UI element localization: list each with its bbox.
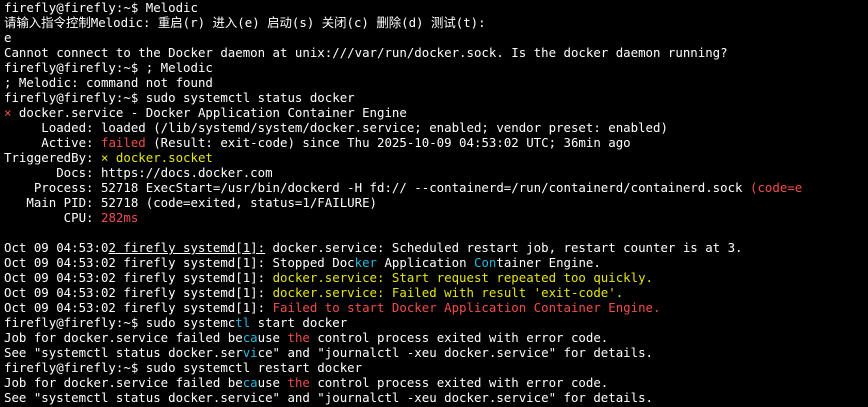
terminal-line: 请输入指令控制Melodic: 重启(r) 进入(e) 启动(s) 关闭(c) … (4, 15, 868, 30)
terminal-text-segment: tainer Engine. (496, 255, 601, 270)
terminal-text-segment: Con (474, 255, 497, 270)
terminal-text-segment: the (287, 330, 310, 345)
terminal-text-segment: vi (242, 345, 258, 360)
terminal-text-segment: docker.service: Scheduled restart job, r… (265, 240, 743, 255)
terminal-text-segment: Main PID: 52718 (code=exited, status=1/F… (4, 195, 377, 210)
terminal-line: Oct 09 04:53:02 firefly systemd[1]: dock… (4, 270, 868, 285)
terminal-line: Process: 52718 ExecStart=/usr/bin/docker… (4, 180, 868, 195)
terminal-text-segment: (code=e (749, 180, 803, 195)
terminal-line: Oct 09 04:53:02 firefly systemd[1]: Stop… (4, 255, 868, 270)
terminal-text-segment: Oct 09 04:53:02 firefly systemd[1]: (4, 285, 273, 300)
terminal-text-segment: failed (100, 135, 146, 150)
terminal-text-segment: × (4, 105, 19, 120)
terminal-text-segment: Oct 09 04:53:02 firefly systemd[1]: (4, 270, 273, 285)
terminal-line: firefly@firefly:~$ ; Melodic (4, 60, 868, 75)
terminal-line: See "systemctl status docker.service" an… (4, 390, 868, 405)
terminal-line: firefly@firefly:~$ sudo systemctl status… (4, 90, 868, 105)
terminal-text-segment: 282ms (100, 210, 139, 225)
terminal-text-segment: firefly@firefly:~$ sudo systemctl restar… (4, 360, 363, 375)
terminal-text-segment: ca (242, 375, 258, 390)
terminal-text-segment: e (4, 30, 12, 45)
terminal-text-segment: ker (354, 255, 378, 270)
terminal-line: TriggeredBy: × docker.socket (4, 150, 868, 165)
terminal-text-segment: CPU: (4, 210, 101, 225)
terminal-text-segment: Loaded: loaded (/lib/systemd/system/dock… (4, 120, 668, 135)
terminal-line: Oct 09 04:53:02 firefly systemd[1]: dock… (4, 285, 868, 300)
terminal-text-segment: Process: 52718 ExecStart=/usr/bin/docker… (4, 180, 750, 195)
terminal-text-segment: docker.service - Docker Application Cont… (18, 105, 407, 120)
terminal-text-segment: docker.service: Failed with result 'exit… (272, 285, 624, 300)
terminal-text-segment: control process exited with error code. (309, 330, 609, 345)
terminal-line: Loaded: loaded (/lib/systemd/system/dock… (4, 120, 868, 135)
terminal-text-segment: TriggeredBy: (4, 150, 101, 165)
terminal-text-segment: 请输入指令控制Melodic: 重启(r) 进入(e) 启动(s) 关闭(c) … (4, 15, 486, 30)
terminal-text-segment: Application (377, 255, 474, 270)
terminal-text-segment: start docker (250, 315, 348, 330)
terminal-text-segment: Cannot connect to the Docker daemon at u… (4, 45, 728, 60)
terminal-line: Active: failed (Result: exit-code) since… (4, 135, 868, 150)
terminal-text-segment: ce" and "journalctl -xeu docker.service"… (257, 345, 654, 360)
terminal-text-segment: Active: (4, 135, 101, 150)
terminal-text-segment: See "systemctl status docker.ser (4, 345, 243, 360)
terminal-line: firefly@firefly:~$ sudo systemctl restar… (4, 360, 868, 375)
terminal-text-segment: (Result: exit-code) since Thu 2025-10-09… (145, 135, 631, 150)
terminal-text-segment: firefly@firefly:~$ Melodic (4, 0, 198, 15)
terminal-line: Cannot connect to the Docker daemon at u… (4, 45, 868, 60)
terminal-line: CPU: 282ms (4, 210, 868, 225)
terminal-text-segment: Oct 09 04:53:0 (4, 240, 109, 255)
terminal-text-segment: firefly@firefly:~$ ; Melodic (4, 60, 213, 75)
terminal-text-segment: Oct 09 04:53:02 firefly systemd[1]: (4, 300, 273, 315)
terminal-text-segment: docker.service: Start request repeated t… (272, 270, 654, 285)
terminal-line: e (4, 30, 868, 45)
terminal-text-segment: Failed to start Docker Application Conta… (272, 300, 661, 315)
terminal-text-segment: Job for docker.service failed be (4, 330, 243, 345)
terminal-line: firefly@firefly:~$ Melodic (4, 0, 868, 15)
terminal-line: Job for docker.service failed because th… (4, 375, 868, 390)
terminal-line: × docker.service - Docker Application Co… (4, 105, 868, 120)
terminal-text-segment: use (257, 375, 288, 390)
terminal-line: Docs: https://docs.docker.com (4, 165, 868, 180)
terminal-text-segment: firefly@firefly:~$ sudo systemctl status… (4, 90, 355, 105)
terminal-text-segment: tl (235, 315, 251, 330)
terminal-text-segment: See "systemctl status docker.service" an… (4, 390, 654, 405)
terminal-line: ; Melodic: command not found (4, 75, 868, 90)
terminal-text-segment: control process exited with error code. (309, 375, 609, 390)
terminal-text-segment: firefly@firefly:~$ sudo systemc (4, 315, 236, 330)
terminal-line: firefly@firefly:~$ sudo systemctl start … (4, 315, 868, 330)
terminal-line: Oct 09 04:53:02 firefly systemd[1]: dock… (4, 240, 868, 255)
terminal-text-segment: use (257, 330, 288, 345)
terminal-line: Job for docker.service failed because th… (4, 330, 868, 345)
terminal-line: See "systemctl status docker.service" an… (4, 345, 868, 360)
terminal-text-segment: ca (242, 330, 258, 345)
terminal-line: Oct 09 04:53:02 firefly systemd[1]: Fail… (4, 300, 868, 315)
terminal-text-segment: Job for docker.service failed be (4, 375, 243, 390)
terminal-text-segment: the (287, 375, 310, 390)
terminal-text-segment: × docker.socket (100, 150, 213, 165)
terminal-line: Main PID: 52718 (code=exited, status=1/F… (4, 195, 868, 210)
terminal-text-segment: 2 firefly systemd[1]: (108, 240, 266, 255)
terminal-text-segment: ; Melodic: command not found (4, 75, 213, 90)
terminal-output[interactable]: firefly@firefly:~$ Melodic 请输入指令控制Melodic… (0, 0, 868, 407)
terminal-text-segment: Docs: https://docs.docker.com (4, 165, 273, 180)
terminal-text-segment: Oct 09 04:53:02 firefly systemd[1]: Stop… (4, 255, 355, 270)
